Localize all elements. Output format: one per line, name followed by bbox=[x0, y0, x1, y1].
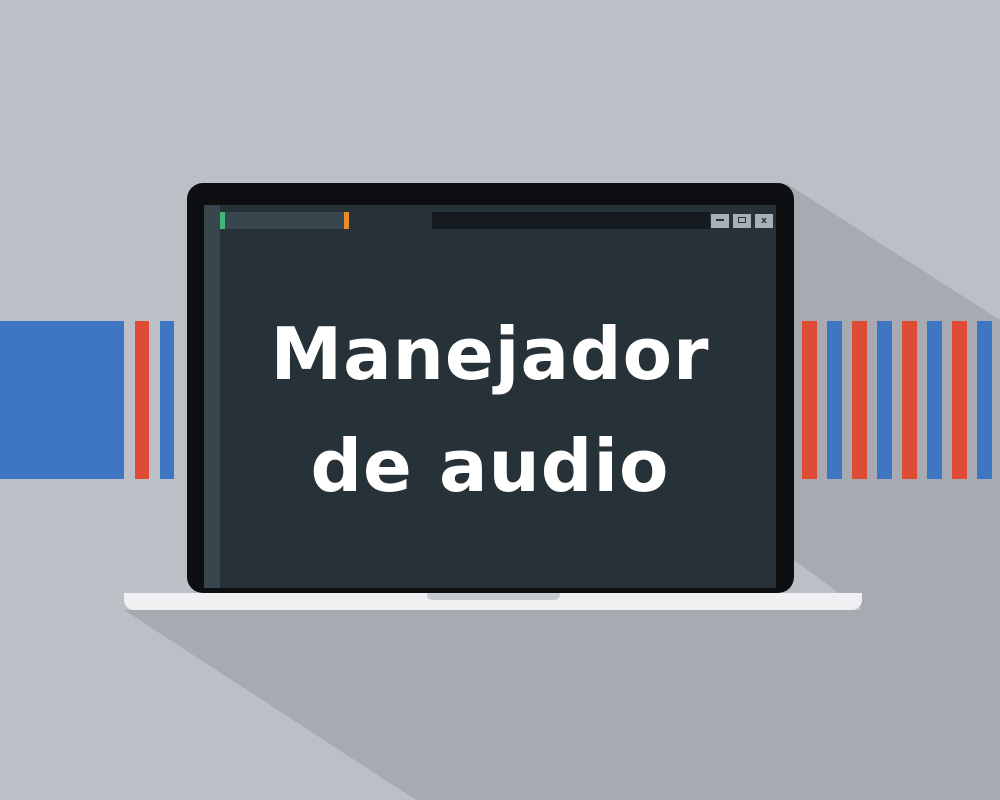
illustration-canvas: A x Manejador de audio bbox=[0, 0, 1000, 800]
stripe-red bbox=[852, 321, 867, 479]
laptop-notch bbox=[427, 593, 560, 600]
headline-line-1: Manejador bbox=[270, 312, 710, 396]
stripe-red bbox=[802, 321, 817, 479]
stripe-red bbox=[135, 321, 149, 479]
window-tab[interactable] bbox=[220, 212, 348, 229]
close-icon: x bbox=[761, 216, 767, 226]
headline: Manejador de audio bbox=[204, 298, 776, 522]
stripe-red bbox=[902, 321, 917, 479]
stripe-blue bbox=[927, 321, 942, 479]
tab-accent-green bbox=[220, 212, 225, 229]
maximize-button[interactable] bbox=[733, 214, 751, 228]
stripe-blue bbox=[827, 321, 842, 479]
minimize-icon bbox=[716, 218, 724, 221]
stripe-blue bbox=[160, 321, 174, 479]
stripe-blue bbox=[977, 321, 992, 479]
minimize-button[interactable] bbox=[711, 214, 729, 228]
headline-line-2: de audio bbox=[310, 424, 670, 508]
stripe-red bbox=[952, 321, 967, 479]
window-title-bar[interactable] bbox=[432, 212, 710, 229]
left-blue-block: A bbox=[0, 321, 124, 479]
stripe-blue bbox=[877, 321, 892, 479]
maximize-icon bbox=[738, 216, 746, 223]
tab-accent-orange bbox=[344, 212, 349, 229]
close-button[interactable]: x bbox=[755, 214, 773, 228]
